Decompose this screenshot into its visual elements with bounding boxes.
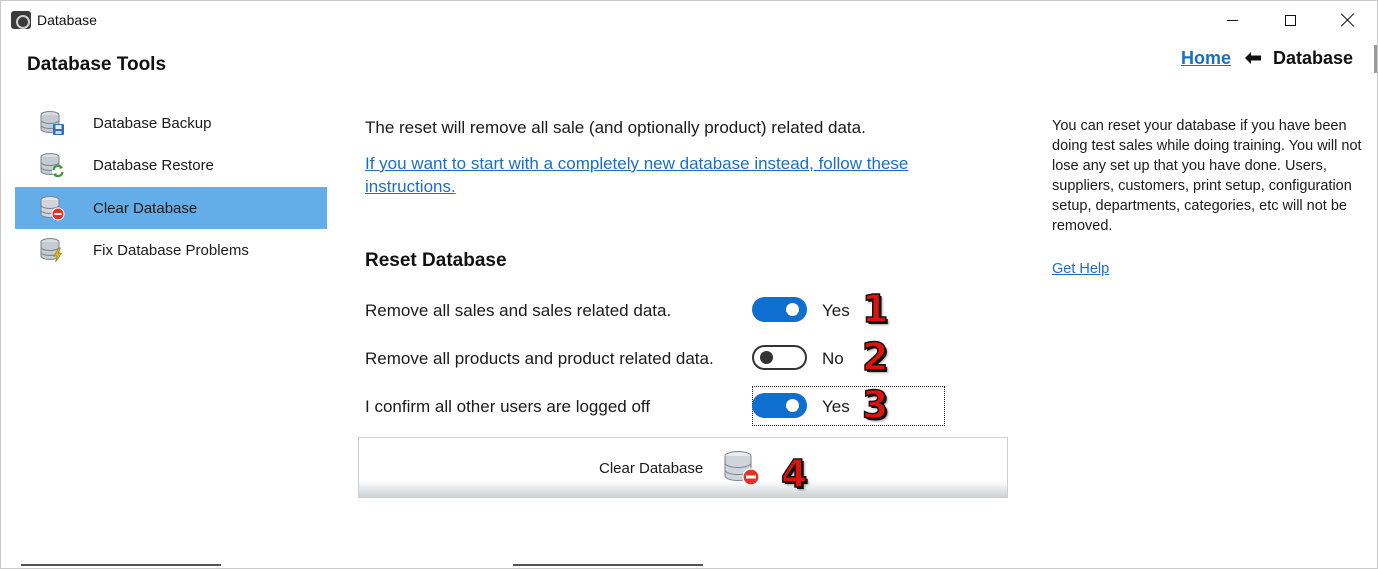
new-database-instructions-link[interactable]: If you want to start with a completely n…	[365, 152, 965, 198]
step-number-1: 1	[862, 290, 888, 328]
close-icon	[1341, 13, 1355, 27]
get-help-link[interactable]: Get Help	[1052, 261, 1109, 277]
remove-products-toggle[interactable]	[752, 345, 807, 370]
maximize-icon	[1285, 15, 1296, 26]
toggle-knob	[786, 399, 799, 412]
remove-sales-label: Remove all sales and sales related data.	[365, 301, 671, 321]
sidebar-item-fix-database-problems[interactable]: Fix Database Problems	[15, 229, 327, 271]
app-logo-icon	[11, 11, 31, 29]
breadcrumb-current: Database	[1273, 48, 1353, 69]
close-button[interactable]	[1319, 1, 1377, 39]
database-fix-icon	[39, 237, 65, 263]
confirm-users-logged-off-toggle[interactable]	[752, 393, 807, 418]
step-number-2: 2	[862, 338, 888, 376]
confirm-users-logged-off-label: I confirm all other users are logged off	[365, 397, 650, 417]
toggle-knob	[786, 303, 799, 316]
database-restore-icon	[39, 152, 65, 178]
confirm-users-logged-off-state: Yes	[822, 397, 850, 417]
arrow-left-icon	[1245, 52, 1261, 64]
minimize-icon	[1227, 20, 1238, 21]
database-clear-icon	[723, 449, 761, 487]
sidebar-item-label: Database Backup	[93, 115, 211, 132]
database-backup-icon	[39, 110, 65, 136]
intro-text: The reset will remove all sale (and opti…	[365, 118, 866, 138]
minimize-button[interactable]	[1203, 1, 1261, 39]
sidebar-title: Database Tools	[27, 54, 166, 76]
sidebar-item-clear-database[interactable]: Clear Database	[15, 187, 327, 229]
sidebar-item-database-restore[interactable]: Database Restore	[15, 144, 327, 186]
remove-sales-state: Yes	[822, 301, 850, 321]
sidebar-item-label: Clear Database	[93, 200, 197, 217]
clipped-content	[21, 564, 221, 568]
database-window: Database Database Tools Database Backup	[0, 0, 1378, 569]
reset-database-heading: Reset Database	[365, 250, 507, 272]
toggle-knob	[760, 351, 773, 364]
remove-sales-toggle[interactable]	[752, 297, 807, 322]
sidebar-item-label: Database Restore	[93, 157, 214, 174]
breadcrumb: Home Database	[1181, 47, 1353, 69]
sidebar-item-database-backup[interactable]: Database Backup	[15, 102, 327, 144]
clear-database-button-label: Clear Database	[599, 460, 703, 477]
scrollbar-thumb[interactable]	[1374, 45, 1377, 73]
title-bar: Database	[1, 1, 1377, 39]
remove-products-state: No	[822, 349, 844, 369]
breadcrumb-home-link[interactable]: Home	[1181, 48, 1231, 69]
clipped-content	[513, 564, 703, 568]
sidebar-item-label: Fix Database Problems	[93, 242, 249, 259]
step-number-4: 4	[781, 455, 807, 493]
step-number-3: 3	[862, 386, 888, 424]
window-title: Database	[37, 12, 97, 28]
database-clear-icon	[39, 195, 65, 221]
remove-products-label: Remove all products and product related …	[365, 349, 714, 369]
maximize-button[interactable]	[1261, 1, 1319, 39]
info-text: You can reset your database if you have …	[1052, 116, 1362, 236]
clear-database-button[interactable]: Clear Database	[358, 437, 1008, 498]
